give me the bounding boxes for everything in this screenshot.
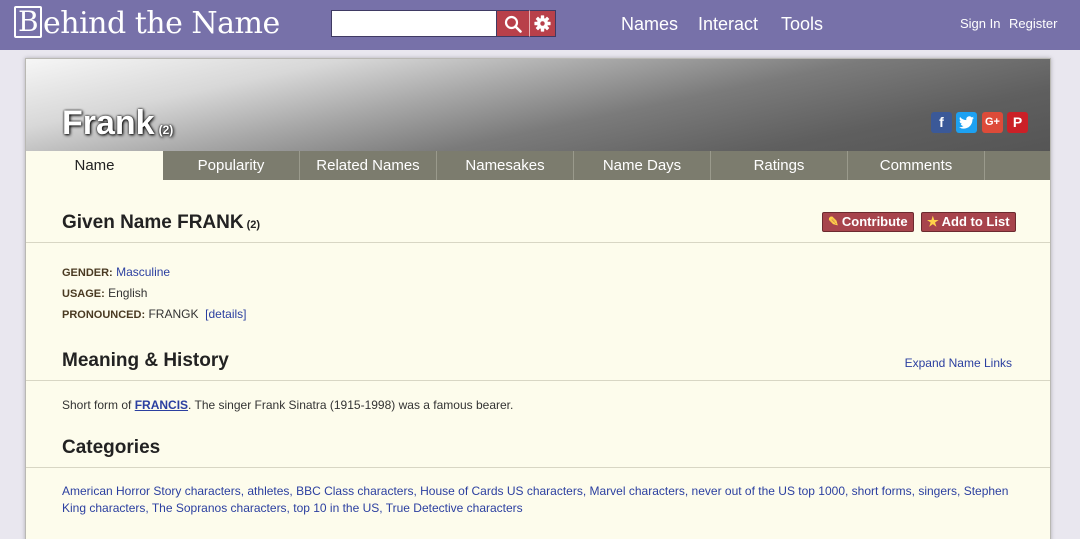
pronounced-value: FRANGK xyxy=(148,307,199,321)
pinterest-share-icon[interactable]: P xyxy=(1007,112,1028,133)
meaning-history-heading: Meaning & History xyxy=(62,350,229,371)
banner-name: Frank xyxy=(62,104,155,142)
tab-namesakes[interactable]: Namesakes xyxy=(437,151,574,180)
search-icon xyxy=(504,15,522,33)
tab-ratings[interactable]: Ratings xyxy=(711,151,848,180)
section-divider xyxy=(26,242,1050,243)
banner-name-title: Frank (2) xyxy=(62,103,173,150)
nav-names[interactable]: Names xyxy=(621,13,678,35)
categories-list[interactable]: American Horror Story characters, athlet… xyxy=(62,483,1022,517)
add-to-list-label: Add to List xyxy=(941,214,1010,229)
pronunciation-details-link[interactable]: [details] xyxy=(205,307,246,321)
usage-label: USAGE: xyxy=(62,288,105,300)
add-to-list-button[interactable]: ★ Add to List xyxy=(921,212,1016,232)
pencil-icon: ✎ xyxy=(828,214,839,229)
tab-popularity[interactable]: Popularity xyxy=(163,151,300,180)
pronounced-line: PRONOUNCED: FRANGK [details] xyxy=(62,306,247,323)
gear-icon xyxy=(534,15,551,32)
meaning-text-before: Short form of xyxy=(62,398,135,412)
nav-interact[interactable]: Interact xyxy=(698,13,758,35)
logo-letter: B xyxy=(14,6,42,38)
given-name-title: Given Name FRANK xyxy=(62,212,244,233)
meaning-text: Short form of FRANCIS. The singer Frank … xyxy=(62,397,513,414)
contribute-label: Contribute xyxy=(841,214,908,229)
settings-button[interactable] xyxy=(529,10,556,37)
banner-name-number: (2) xyxy=(158,123,174,137)
top-navigation-bar: Behind the Name Names Interact Tools Sig… xyxy=(0,0,1080,50)
section-divider xyxy=(26,467,1050,468)
register-link[interactable]: Register xyxy=(1009,16,1057,32)
pronounced-label: PRONOUNCED: xyxy=(62,309,146,321)
expand-name-links[interactable]: Expand Name Links xyxy=(905,355,1012,371)
logo-text: ehind the Name xyxy=(43,6,280,41)
section-divider xyxy=(26,380,1050,381)
meaning-text-after: . The singer Frank Sinatra (1915-1998) w… xyxy=(188,398,514,412)
tab-comments[interactable]: Comments xyxy=(848,151,985,180)
tab-name[interactable]: Name xyxy=(26,151,163,180)
gender-line: GENDER: Masculine xyxy=(62,264,170,281)
nav-tools[interactable]: Tools xyxy=(781,13,823,35)
name-banner: Frank (2) f G+ P xyxy=(26,59,1050,151)
usage-line: USAGE: English xyxy=(62,285,147,302)
google-plus-share-icon[interactable]: G+ xyxy=(982,112,1003,133)
categories-heading: Categories xyxy=(62,437,161,458)
contribute-button[interactable]: ✎ Contribute xyxy=(822,212,914,232)
francis-link[interactable]: FRANCIS xyxy=(135,398,188,412)
facebook-share-icon[interactable]: f xyxy=(931,112,952,133)
gender-label: GENDER: xyxy=(62,267,113,279)
name-tabs: Name Popularity Related Names Namesakes … xyxy=(26,151,1050,180)
given-name-number: (2) xyxy=(246,219,261,231)
gender-value-link[interactable]: Masculine xyxy=(116,265,170,279)
main-panel: Frank (2) f G+ P Name Popularity Related … xyxy=(25,58,1051,539)
given-name-heading: Given Name FRANK (2) xyxy=(62,211,260,237)
tab-name-days[interactable]: Name Days xyxy=(574,151,711,180)
search-input[interactable] xyxy=(331,10,497,37)
twitter-bird-icon xyxy=(959,116,974,129)
star-icon: ★ xyxy=(927,214,939,229)
search-button[interactable] xyxy=(497,10,529,37)
tab-related-names[interactable]: Related Names xyxy=(300,151,437,180)
usage-value: English xyxy=(108,286,148,300)
site-logo[interactable]: Behind the Name xyxy=(14,6,280,42)
twitter-share-icon[interactable] xyxy=(956,112,977,133)
sign-in-link[interactable]: Sign In xyxy=(960,16,1000,32)
